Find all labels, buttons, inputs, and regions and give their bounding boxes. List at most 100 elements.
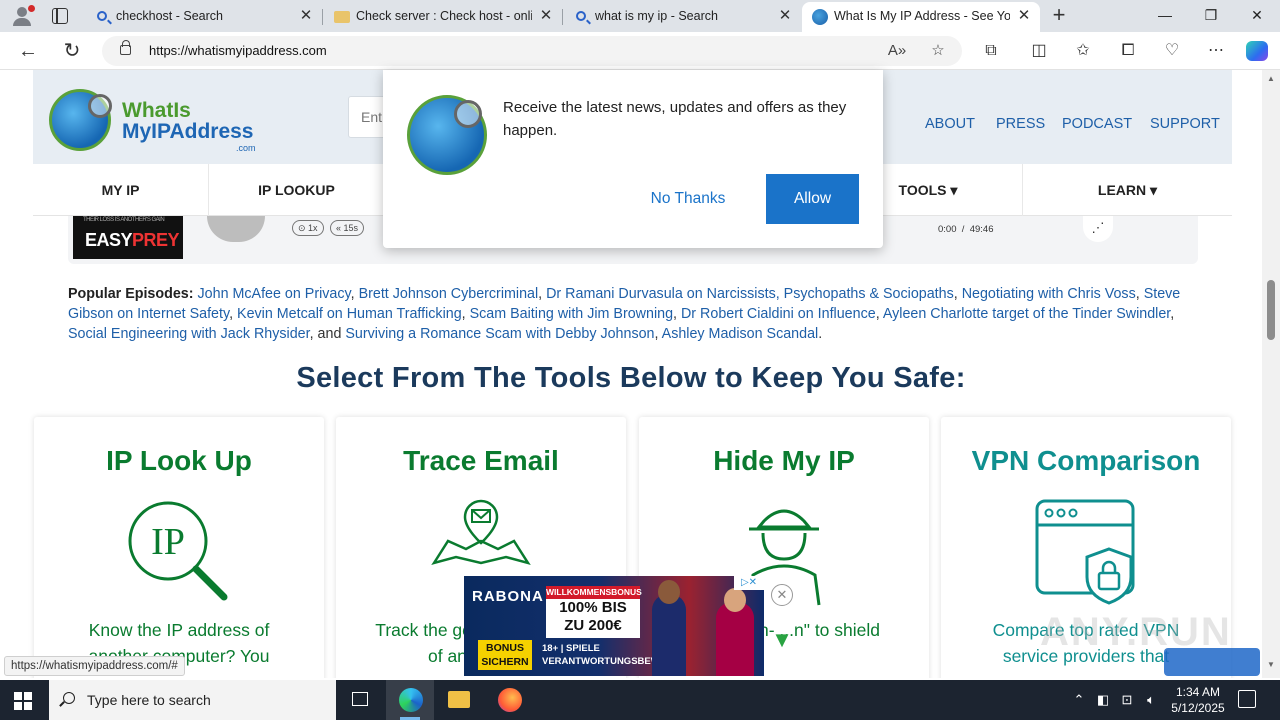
page-scrollbar[interactable]: ▲ ▼ (1262, 70, 1280, 678)
address-url[interactable]: https://whatismyipaddress.com (149, 43, 327, 58)
close-window-button[interactable]: ✕ (1242, 4, 1272, 26)
site-logo[interactable]: WhatIs MyIPAddress .com (122, 100, 256, 153)
episode-link[interactable]: Surviving a Romance Scam with Debby John… (345, 326, 654, 342)
episode-link[interactable]: Negotiating with Chris Voss (962, 286, 1136, 302)
browser-essentials-icon[interactable]: ♡ (1161, 40, 1183, 62)
adchoices-icon[interactable]: ▷✕ (734, 576, 764, 590)
network-icon[interactable]: ⊡ (1118, 691, 1136, 709)
notification-center-icon[interactable] (1238, 690, 1256, 708)
globe-icon (812, 9, 828, 25)
nav-learn[interactable]: LEARN ▾ (1023, 164, 1232, 216)
ad-close-icon[interactable]: ✕ (771, 584, 793, 606)
tray-device-icon[interactable]: ◧ (1094, 691, 1112, 709)
play-button[interactable] (207, 216, 265, 242)
address-bar[interactable]: https://whatismyipaddress.com A» ☆ (102, 36, 962, 66)
ad-cta[interactable]: BONUS SICHERN (478, 640, 532, 670)
collections-icon[interactable]: ⧠ (1117, 40, 1139, 62)
tool-card-title: IP Look Up (106, 445, 252, 476)
windows-start-icon[interactable] (14, 692, 32, 710)
episode-artwork[interactable]: THEIR LOSS IS ANOTHER'S GAIN EASYPREY (73, 216, 183, 259)
floating-blue-button[interactable] (1164, 648, 1260, 676)
new-tab-button[interactable]: + (1048, 4, 1070, 27)
tab-actions-icon[interactable] (52, 8, 68, 24)
playback-time: 0:00 / 49:46 (938, 224, 994, 235)
no-thanks-button[interactable]: No Thanks (633, 174, 743, 224)
close-icon[interactable]: ✕ (777, 8, 793, 24)
top-link-podcast[interactable]: PODCAST (1062, 116, 1132, 132)
copilot-icon[interactable] (1246, 41, 1268, 61)
scroll-down-icon[interactable]: ▼ (1266, 660, 1276, 669)
tab-checkhost-search[interactable]: checkhost - Search ✕ (84, 2, 323, 32)
tab-check-server[interactable]: Check server : Check host - online ✕ (324, 2, 563, 32)
tab-what-is-my-ip-search[interactable]: what is my ip - Search ✕ (563, 2, 801, 32)
episode-link[interactable]: Ayleen Charlotte target of the Tinder Sw… (883, 306, 1170, 322)
browser-lock-icon (1035, 499, 1135, 605)
favorite-star-icon[interactable]: ☆ (927, 40, 949, 62)
logo-globe-icon[interactable] (49, 89, 112, 151)
tab-title: What Is My IP Address - See Your (834, 9, 1010, 23)
episode-link[interactable]: Brett Johnson Cybercriminal (359, 286, 539, 302)
episode-link[interactable]: Dr Robert Cialdini on Influence (681, 306, 876, 322)
share-icon[interactable]: ⋰ (1083, 216, 1113, 242)
tray-chevron-icon[interactable]: ⌃ (1070, 691, 1088, 709)
close-icon[interactable]: ✕ (298, 8, 314, 24)
taskbar-search-input[interactable]: Type here to search (49, 680, 336, 720)
profile-icon[interactable] (10, 5, 35, 27)
nav-ip-lookup[interactable]: IP LOOKUP (209, 164, 385, 216)
more-menu-icon[interactable]: ⋯ (1205, 40, 1227, 62)
episode-link[interactable]: John McAfee on Privacy (198, 286, 351, 302)
edge-taskbar-icon[interactable] (386, 680, 434, 720)
rewind-button[interactable]: « 15s (330, 220, 365, 236)
top-link-about[interactable]: ABOUT (925, 116, 975, 132)
notification-message: Receive the latest news, updates and off… (503, 99, 847, 139)
tab-title: checkhost - Search (116, 9, 223, 23)
top-link-support[interactable]: SUPPORT (1150, 116, 1220, 132)
episode-link[interactable]: Social Engineering with Jack Rhysider (68, 326, 310, 342)
volume-icon[interactable]: 🔈︎ (1142, 691, 1160, 709)
split-screen-icon[interactable]: ◫ (1028, 40, 1050, 62)
status-url: https://whatismyipaddress.com/# (4, 656, 185, 676)
browser-toolbar: ← ↻ https://whatismyipaddress.com A» ☆ ⧉… (0, 32, 1280, 70)
favorites-icon[interactable]: ✩ (1072, 40, 1094, 62)
tab-title: Check server : Check host - online (356, 9, 532, 23)
episode-link[interactable]: Ashley Madison Scandal (662, 326, 819, 342)
back-button[interactable]: ← (16, 39, 40, 63)
task-view-icon[interactable] (336, 680, 384, 720)
close-icon[interactable]: ✕ (538, 8, 554, 24)
ad-bonus-box: WILLKOMMENSBONUS 100% BIS ZU 200€ (546, 586, 642, 638)
allow-button[interactable]: Allow (766, 174, 859, 224)
tool-card-title: Trace Email (403, 445, 559, 476)
ad-brand: RABONA (472, 588, 544, 605)
ad-legal: 18+ | SPIELE VERANTWORTUNGSBEWU (542, 643, 667, 667)
firefox-icon[interactable] (485, 680, 533, 720)
advertisement-banner[interactable]: RABONA WILLKOMMENSBONUS 100% BIS ZU 200€… (464, 576, 764, 676)
episode-link[interactable]: Kevin Metcalf on Human Trafficking (237, 306, 462, 322)
search-icon (63, 692, 75, 704)
search-icon (97, 11, 107, 21)
refresh-button[interactable]: ↻ (60, 39, 84, 63)
restore-button[interactable]: ❐ (1196, 4, 1226, 26)
tab-whatismyip-active[interactable]: What Is My IP Address - See Your ✕ (802, 2, 1040, 32)
nav-my-ip[interactable]: MY IP (33, 164, 209, 216)
read-aloud-icon[interactable]: A» (886, 40, 908, 62)
episode-link[interactable]: Dr Ramani Durvasula on Narcissists, Psyc… (546, 286, 954, 302)
episode-link[interactable]: Scam Baiting with Jim Browning (470, 306, 673, 322)
map-pin-email-icon (431, 499, 531, 566)
lock-icon[interactable] (120, 40, 131, 55)
minimize-button[interactable]: — (1150, 4, 1180, 26)
system-clock[interactable]: 1:34 AM 5/12/2025 (1160, 684, 1236, 716)
logo-globe-icon (407, 95, 487, 175)
tool-card-title: VPN Comparison (971, 445, 1201, 476)
speed-button[interactable]: ⊙ 1x (292, 220, 324, 236)
ad-filter-icon[interactable]: ▼ (768, 626, 796, 654)
folder-icon (334, 11, 350, 23)
close-icon[interactable]: ✕ (1016, 8, 1032, 24)
extensions-icon[interactable]: ⧉ (980, 40, 1002, 62)
tool-card-ip-lookup[interactable]: IP Look Up IP Know the IP address of ano… (34, 417, 324, 678)
top-link-press[interactable]: PRESS (996, 116, 1045, 132)
file-explorer-icon[interactable] (435, 680, 483, 720)
scroll-up-icon[interactable]: ▲ (1266, 74, 1276, 83)
svg-text:IP: IP (151, 521, 185, 563)
scrollbar-thumb[interactable] (1267, 280, 1275, 340)
push-notification-prompt: Receive the latest news, updates and off… (383, 70, 883, 248)
